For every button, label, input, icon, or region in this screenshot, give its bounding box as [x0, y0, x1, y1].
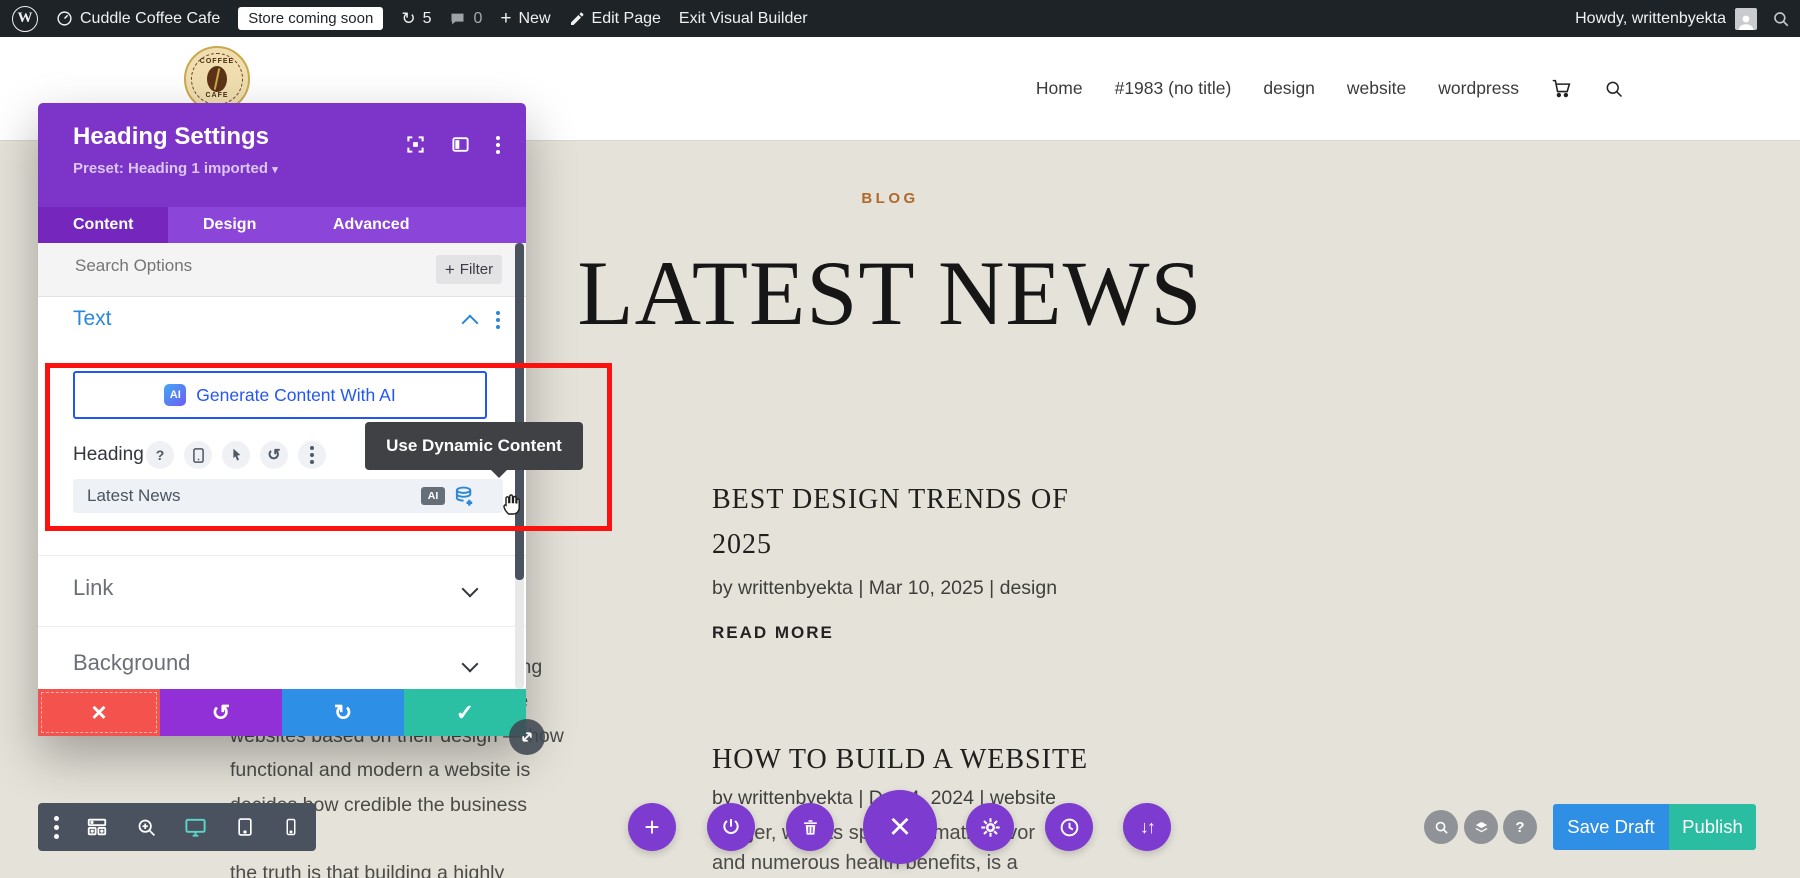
nav-item-home[interactable]: Home: [1036, 78, 1083, 99]
edit-page-menu[interactable]: Edit Page: [569, 10, 661, 28]
add-module-button[interactable]: +: [628, 803, 676, 851]
nav-item-design[interactable]: design: [1263, 78, 1315, 99]
help-button[interactable]: ?: [1503, 810, 1537, 844]
drag-dots-icon[interactable]: [54, 815, 59, 839]
save-draft-button[interactable]: Save Draft: [1553, 804, 1669, 850]
publish-button[interactable]: Publish: [1669, 804, 1756, 850]
modal-header: Heading Settings Preset: Heading 1 impor…: [38, 103, 526, 207]
delete-button[interactable]: [786, 803, 834, 851]
howdy-account-menu[interactable]: Howdy, writtenbyekta: [1575, 10, 1726, 28]
pencil-icon: [570, 12, 583, 25]
highlight-rectangle: [45, 363, 612, 531]
nav-item-wordpress[interactable]: wordpress: [1438, 78, 1519, 99]
nav-item-1983[interactable]: #1983 (no title): [1115, 78, 1232, 99]
options-search-bar: + Filter: [38, 243, 526, 297]
plus-icon: +: [444, 259, 455, 279]
tab-content[interactable]: Content: [38, 207, 168, 243]
builder-view-toolbar: [38, 803, 316, 851]
expand-background-icon[interactable]: [461, 655, 479, 673]
site-name-menu[interactable]: Cuddle Coffee Cafe: [56, 10, 220, 28]
site-gauge-icon: [57, 11, 72, 26]
link-section-title[interactable]: Link: [73, 575, 113, 601]
dock-panel-icon[interactable]: [451, 135, 470, 154]
zoom-out-view-icon[interactable]: [136, 817, 157, 838]
history-clock-button[interactable]: [1045, 803, 1093, 851]
section-kebab-icon[interactable]: [496, 311, 500, 329]
preset-selector[interactable]: Preset: Heading 1 imported ▾: [73, 160, 278, 177]
coffee-bean-icon: [207, 66, 227, 92]
nav-item-website[interactable]: website: [1347, 78, 1406, 99]
exit-visual-builder-menu[interactable]: Exit Visual Builder: [679, 10, 808, 28]
admin-search-icon[interactable]: [1772, 10, 1790, 28]
discard-button[interactable]: ×: [38, 689, 160, 736]
tab-design[interactable]: Design: [168, 207, 298, 243]
post-title[interactable]: HOW TO BUILD A WEBSITE: [712, 737, 1312, 782]
tab-advanced[interactable]: Advanced: [298, 207, 453, 243]
expand-link-icon[interactable]: [461, 580, 479, 598]
search-icon[interactable]: [1604, 79, 1624, 99]
modal-actions: × ↺ ↻ ✓: [38, 689, 526, 736]
modal-resize-handle[interactable]: [509, 719, 545, 755]
post-title[interactable]: BEST DESIGN TRENDS OF 2025: [712, 477, 1112, 567]
close-builder-controls-button[interactable]: ×: [863, 790, 937, 864]
coming-soon-badge[interactable]: Store coming soon: [238, 7, 384, 30]
blog-post-1: BEST DESIGN TRENDS OF 2025: [712, 477, 1112, 567]
modal-title: Heading Settings: [73, 123, 270, 150]
caret-down-icon: ▾: [272, 164, 278, 176]
screen: BLOG LATEST NEWS BEST DESIGN TRENDS OF 2…: [0, 0, 1800, 878]
wordpress-logo-icon[interactable]: W: [12, 5, 38, 32]
cart-icon[interactable]: [1551, 78, 1572, 99]
new-content-menu[interactable]: + New: [500, 8, 550, 30]
redo-button[interactable]: ↻: [282, 689, 404, 736]
collapse-section-icon[interactable]: [461, 314, 479, 332]
blog-post-2: HOW TO BUILD A WEBSITE: [712, 737, 1312, 782]
filter-button[interactable]: + Filter: [436, 255, 502, 284]
phone-view-icon[interactable]: [282, 818, 300, 836]
post-meta[interactable]: by writtenbyekta | Mar 10, 2025 | design: [712, 577, 1057, 600]
wp-admin-bar: W Cuddle Coffee Cafe Store coming soon ↻…: [0, 0, 1800, 37]
kebab-menu-icon[interactable]: [496, 135, 500, 154]
focus-move-icon[interactable]: [406, 135, 425, 154]
modal-tabs: Content Design Advanced: [38, 207, 526, 243]
sort-order-button[interactable]: ↓↑: [1123, 803, 1171, 851]
save-to-library-button[interactable]: [707, 803, 755, 851]
zoom-search-button[interactable]: [1424, 810, 1458, 844]
updates-icon: ↻: [401, 8, 416, 28]
wireframe-view-icon[interactable]: [86, 816, 108, 838]
main-nav: Home #1983 (no title) design website wor…: [1036, 37, 1624, 140]
layers-button[interactable]: [1464, 810, 1498, 844]
tablet-view-icon[interactable]: [235, 817, 255, 837]
settings-gear-button[interactable]: [966, 803, 1014, 851]
user-avatar[interactable]: [1735, 7, 1757, 30]
read-more-link[interactable]: READ MORE: [712, 623, 834, 643]
text-section-title[interactable]: Text: [73, 307, 112, 331]
plus-icon: +: [500, 7, 512, 29]
undo-button[interactable]: ↺: [160, 689, 282, 736]
comments-menu[interactable]: 0: [449, 10, 482, 28]
search-options-input[interactable]: [73, 255, 377, 277]
save-check-button[interactable]: ✓: [404, 689, 526, 736]
updates-menu[interactable]: ↻ 5: [401, 9, 431, 29]
comment-bubble-icon: [451, 13, 464, 24]
background-section-title[interactable]: Background: [73, 650, 190, 676]
desktop-view-icon[interactable]: [184, 816, 207, 839]
